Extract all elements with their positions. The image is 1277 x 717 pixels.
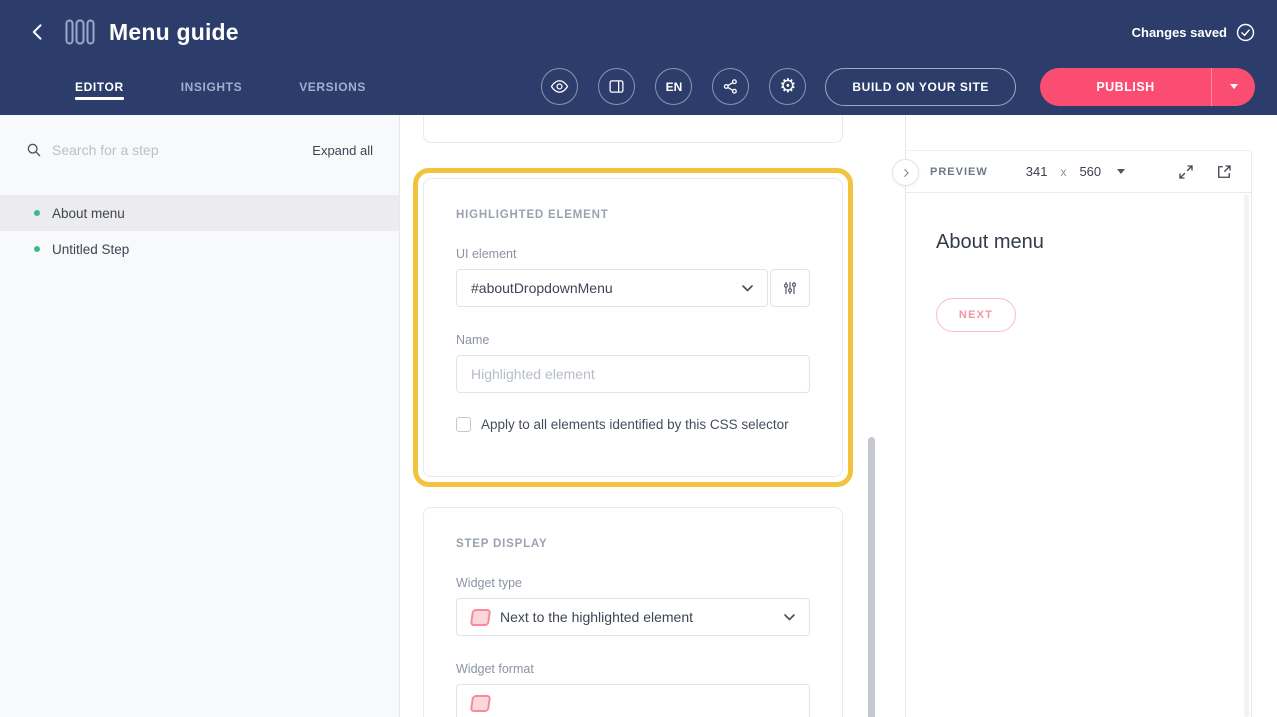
chevron-down-icon bbox=[742, 285, 753, 292]
step-bullet-icon bbox=[34, 210, 40, 216]
chevron-down-icon bbox=[1117, 169, 1125, 174]
steps-sidebar: Expand all About menu Untitled Step bbox=[0, 115, 400, 717]
step-list: About menu Untitled Step bbox=[0, 195, 399, 267]
step-editor-column: HIGHLIGHTED ELEMENT UI element #aboutDro… bbox=[400, 115, 905, 717]
scrollbar-thumb[interactable] bbox=[868, 437, 875, 717]
step-search-input[interactable] bbox=[52, 142, 302, 158]
tab-versions-label: VERSIONS bbox=[299, 80, 366, 94]
section-title-highlighted-element: HIGHLIGHTED ELEMENT bbox=[456, 209, 810, 221]
open-external-button[interactable] bbox=[1213, 161, 1235, 183]
apply-all-checkbox[interactable] bbox=[456, 417, 471, 432]
build-on-your-site-button[interactable]: BUILD ON YOUR SITE bbox=[825, 68, 1016, 106]
preview-width-value[interactable]: 341 bbox=[1026, 164, 1048, 179]
tab-editor-label: EDITOR bbox=[75, 80, 124, 94]
external-link-icon bbox=[1215, 163, 1233, 181]
ui-element-select-value: #aboutDropdownMenu bbox=[471, 280, 732, 296]
editor-scrollbar[interactable] bbox=[868, 115, 875, 717]
saved-check-icon bbox=[1236, 23, 1255, 42]
share-button[interactable] bbox=[712, 68, 749, 105]
preview-scrollbar[interactable] bbox=[1244, 194, 1249, 717]
publish-button[interactable]: PUBLISH bbox=[1040, 68, 1212, 106]
step-label: About menu bbox=[52, 206, 125, 221]
ui-element-select-row: #aboutDropdownMenu bbox=[456, 269, 810, 307]
guide-title: Menu guide bbox=[109, 19, 239, 46]
section-title-step-display: STEP DISPLAY bbox=[456, 538, 810, 550]
preview-next-button[interactable]: NEXT bbox=[936, 298, 1016, 332]
step-item-about-menu[interactable]: About menu bbox=[0, 195, 399, 231]
page-body: Expand all About menu Untitled Step HIGH… bbox=[0, 115, 1277, 717]
apply-all-label: Apply to all elements identified by this… bbox=[481, 417, 789, 432]
chevron-right-icon bbox=[901, 168, 911, 178]
header-toolbar-row: EDITOR INSIGHTS VERSIONS EN bbox=[0, 64, 1277, 115]
ui-element-select[interactable]: #aboutDropdownMenu bbox=[456, 269, 768, 307]
preview-heading: About menu bbox=[936, 231, 1251, 254]
preview-title: PREVIEW bbox=[930, 166, 988, 178]
chevron-down-icon bbox=[1230, 84, 1238, 89]
widget-type-select[interactable]: Next to the highlighted element bbox=[456, 598, 810, 636]
widget-format-icon bbox=[470, 695, 491, 712]
ui-element-label: UI element bbox=[456, 247, 810, 261]
changes-saved-status: Changes saved bbox=[1132, 23, 1255, 42]
gear-icon: ⚙ bbox=[779, 77, 796, 96]
step-bullet-icon bbox=[34, 246, 40, 252]
preview-box: PREVIEW 341 x 560 bbox=[906, 150, 1252, 717]
apply-all-row: Apply to all elements identified by this… bbox=[456, 417, 810, 432]
search-icon bbox=[26, 142, 42, 158]
chevron-down-icon bbox=[784, 614, 795, 621]
collapse-preview-button[interactable] bbox=[892, 159, 919, 186]
widget-type-label: Widget type bbox=[456, 576, 810, 590]
publish-split-button: PUBLISH bbox=[1040, 68, 1255, 106]
element-name-input[interactable] bbox=[456, 355, 810, 393]
preview-size-control[interactable]: 341 x 560 bbox=[1026, 164, 1125, 179]
highlighted-card-ring: HIGHLIGHTED ELEMENT UI element #aboutDro… bbox=[413, 168, 853, 487]
element-name-label: Name bbox=[456, 333, 810, 347]
preview-viewport: About menu NEXT bbox=[906, 193, 1251, 332]
language-button[interactable]: EN bbox=[655, 68, 692, 105]
preview-height-value[interactable]: 560 bbox=[1079, 164, 1101, 179]
header-icon-buttons: EN ⚙ bbox=[541, 64, 806, 109]
highlighted-element-card: HIGHLIGHTED ELEMENT UI element #aboutDro… bbox=[423, 178, 843, 477]
preview-eye-button[interactable] bbox=[541, 68, 578, 105]
expand-all-link[interactable]: Expand all bbox=[312, 143, 373, 158]
preview-actions bbox=[1175, 161, 1235, 183]
top-header: Menu guide Changes saved EDITOR INSIGHTS… bbox=[0, 0, 1277, 115]
expand-preview-button[interactable] bbox=[1175, 161, 1197, 183]
chevron-left-icon bbox=[28, 22, 48, 42]
settings-gear-button[interactable]: ⚙ bbox=[769, 68, 806, 105]
widget-type-select-value: Next to the highlighted element bbox=[500, 609, 774, 625]
app-window: Menu guide Changes saved EDITOR INSIGHTS… bbox=[0, 0, 1277, 717]
tab-versions[interactable]: VERSIONS bbox=[299, 64, 366, 109]
header-title-row: Menu guide Changes saved bbox=[0, 0, 1277, 64]
widget-type-icon bbox=[470, 609, 491, 626]
settings-card-partial bbox=[423, 115, 843, 143]
sliders-icon bbox=[782, 280, 798, 296]
eye-icon bbox=[550, 77, 569, 96]
changes-saved-label: Changes saved bbox=[1132, 25, 1227, 40]
share-icon bbox=[722, 78, 739, 95]
element-selector-settings-button[interactable] bbox=[770, 269, 810, 307]
editor-tabs: EDITOR INSIGHTS VERSIONS bbox=[75, 64, 366, 109]
publish-dropdown-button[interactable] bbox=[1212, 68, 1255, 106]
back-button[interactable] bbox=[24, 18, 52, 46]
size-separator: x bbox=[1060, 165, 1066, 179]
tab-insights-label: INSIGHTS bbox=[181, 80, 242, 94]
widget-format-select[interactable] bbox=[456, 684, 810, 717]
step-search-row: Expand all bbox=[0, 115, 399, 185]
step-item-untitled-step[interactable]: Untitled Step bbox=[0, 231, 399, 267]
tab-insights[interactable]: INSIGHTS bbox=[181, 64, 242, 109]
layout-panel-icon bbox=[608, 78, 625, 95]
step-display-card: STEP DISPLAY Widget type Next to the hig… bbox=[423, 507, 843, 717]
widget-format-label: Widget format bbox=[456, 662, 810, 676]
preview-panel: PREVIEW 341 x 560 bbox=[905, 115, 1277, 717]
layout-panel-button[interactable] bbox=[598, 68, 635, 105]
app-logo-icon bbox=[65, 19, 95, 45]
tab-editor[interactable]: EDITOR bbox=[75, 64, 124, 109]
preview-header: PREVIEW 341 x 560 bbox=[906, 151, 1251, 193]
expand-icon bbox=[1177, 163, 1195, 181]
step-label: Untitled Step bbox=[52, 242, 129, 257]
